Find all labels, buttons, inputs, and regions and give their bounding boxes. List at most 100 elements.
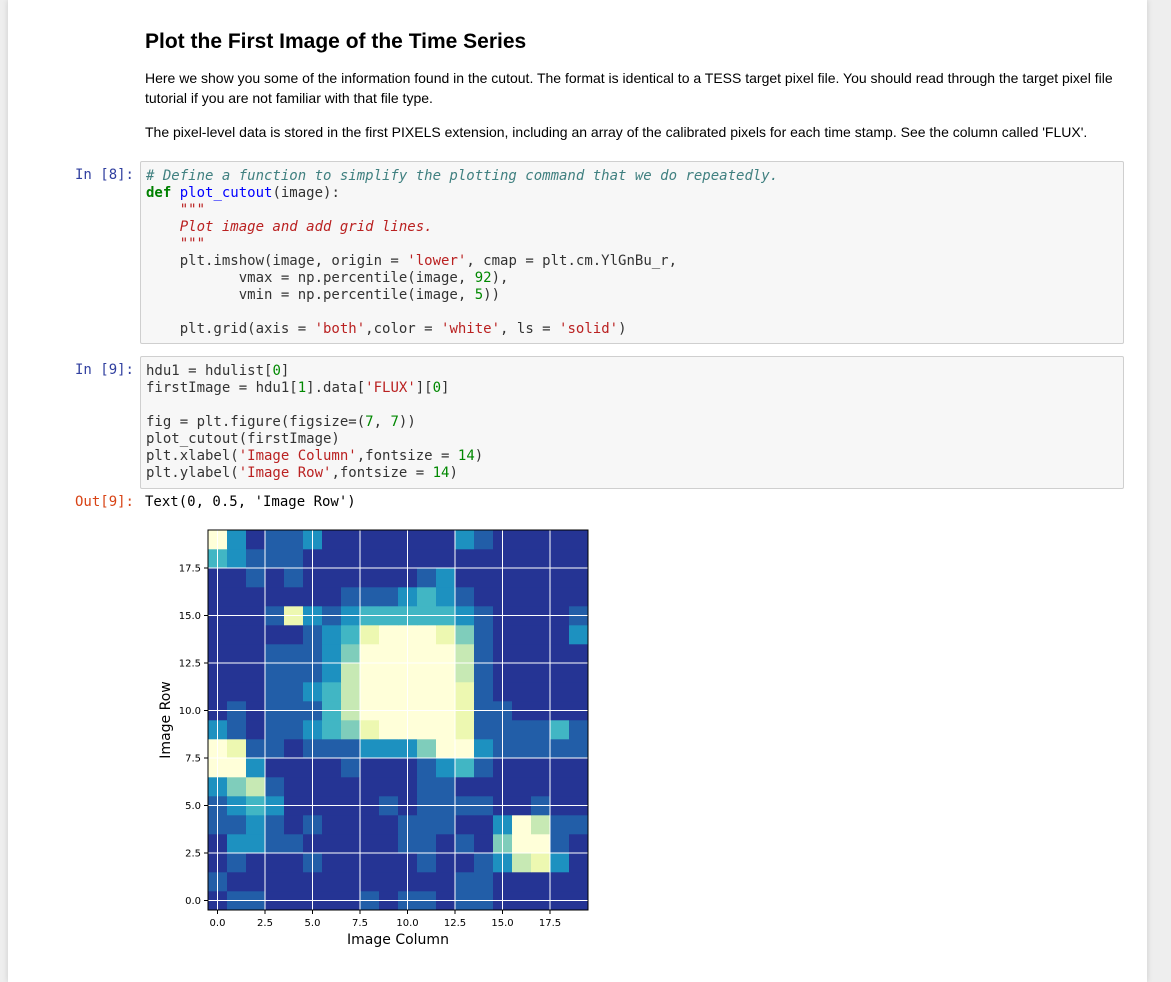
- code-token: ]: [280, 363, 290, 379]
- heatmap-cell: [474, 815, 494, 835]
- heatmap-cell: [379, 663, 399, 683]
- heatmap-cell: [360, 587, 380, 607]
- input-prompt-8: In [8]:: [74, 167, 134, 183]
- heatmap-cell: [360, 834, 380, 854]
- heatmap-cell: [227, 625, 247, 645]
- code-token: ,: [373, 414, 391, 430]
- heatmap-cell: [531, 587, 551, 607]
- code-token: """: [146, 202, 206, 218]
- heatmap-cell: [417, 853, 437, 873]
- heatmap-cell: [474, 682, 494, 702]
- heatmap-cell: [569, 587, 589, 607]
- heatmap-cell: [265, 587, 285, 607]
- heatmap-cell: [227, 663, 247, 683]
- heatmap-cell: [284, 872, 304, 892]
- paragraph-intro: Here we show you some of the information…: [145, 70, 1113, 106]
- heatmap-cell: [265, 834, 285, 854]
- heatmap-cell: [550, 758, 570, 778]
- heatmap-cell: [284, 568, 304, 588]
- x-tick-label: 12.5: [444, 918, 466, 929]
- heatmap-cell: [455, 777, 475, 797]
- heatmap-cell: [531, 739, 551, 759]
- code-token: 14: [457, 448, 475, 464]
- heatmap-cell: [569, 720, 589, 740]
- code-token: ): [618, 321, 627, 337]
- heatmap-cell: [341, 663, 361, 683]
- heatmap-cell: [455, 872, 475, 892]
- heatmap-cell: [379, 625, 399, 645]
- heatmap-cell: [417, 625, 437, 645]
- code-token: plt.grid(axis =: [146, 321, 315, 337]
- heatmap-cell: [531, 815, 551, 835]
- heatmap-cell: [569, 568, 589, 588]
- heatmap-cell: [474, 568, 494, 588]
- heatmap-cell: [455, 739, 475, 759]
- heatmap-cell: [284, 530, 304, 550]
- notebook-page: Plot the First Image of the Time Series …: [8, 0, 1147, 982]
- code-token: , ls =: [500, 321, 560, 337]
- heatmap-cell: [417, 549, 437, 569]
- heatmap-cell: [246, 720, 266, 740]
- x-tick-label: 15.0: [491, 918, 513, 929]
- heatmap-cell: [360, 644, 380, 664]
- heatmap-cell: [474, 530, 494, 550]
- heatmap-cell: [341, 549, 361, 569]
- code-cell-9[interactable]: hdu1 = hdulist[0] firstImage = hdu1[1].da…: [140, 356, 1124, 489]
- code-token: 7: [390, 414, 399, 430]
- code-token: plot_cutout(firstImage): [146, 431, 340, 447]
- code-line: Plot image and add grid lines.: [146, 219, 1118, 236]
- code-editor[interactable]: # Define a function to simplify the plot…: [141, 162, 1123, 343]
- heatmap-cell: [360, 663, 380, 683]
- heatmap-cell: [341, 815, 361, 835]
- heatmap-cell: [379, 815, 399, 835]
- heatmap-cell: [569, 549, 589, 569]
- heatmap-cell: [550, 644, 570, 664]
- heatmap-cell: [436, 777, 456, 797]
- heatmap-cell: [512, 682, 532, 702]
- heatmap-cell: [360, 758, 380, 778]
- heatmap-cell: [550, 530, 570, 550]
- heatmap-cell: [455, 568, 475, 588]
- y-tick-label: 15.0: [179, 611, 201, 622]
- heatmap-cell: [227, 682, 247, 702]
- heatmap-cell: [246, 587, 266, 607]
- code-line: plt.imshow(image, origin = 'lower', cmap…: [146, 253, 1118, 270]
- heatmap-cell: [550, 834, 570, 854]
- heatmap-cell: [455, 834, 475, 854]
- code-token: ]: [441, 380, 450, 396]
- code-editor[interactable]: hdu1 = hdulist[0] firstImage = hdu1[1].da…: [141, 357, 1123, 487]
- heatmap-cell: [512, 758, 532, 778]
- heatmap-cell: [379, 739, 399, 759]
- y-tick-label: 12.5: [179, 659, 201, 670]
- heatmap-cell: [417, 815, 437, 835]
- code-token: 'FLUX': [365, 380, 416, 396]
- heatmap-cell: [455, 625, 475, 645]
- code-token: 0: [432, 380, 442, 396]
- code-cell-8[interactable]: # Define a function to simplify the plot…: [140, 161, 1124, 344]
- heatmap-cell: [436, 758, 456, 778]
- heatmap-cell: [227, 758, 247, 778]
- heatmap-cell: [569, 682, 589, 702]
- heatmap-cell: [550, 777, 570, 797]
- heatmap-cell: [322, 530, 342, 550]
- heatmap-cell: [474, 758, 494, 778]
- y-tick-label: 5.0: [185, 801, 201, 812]
- heatmap-cell: [417, 834, 437, 854]
- code-token: plt.xlabel(: [146, 448, 239, 464]
- heatmap-cell: [322, 872, 342, 892]
- code-token: , cmap = plt.cm.YlGnBu_r,: [466, 253, 678, 269]
- heatmap-cell: [341, 872, 361, 892]
- heatmap-cell: [417, 872, 437, 892]
- heatmap-cell: [360, 815, 380, 835]
- heatmap-cell: [379, 549, 399, 569]
- heatmap-cell: [512, 720, 532, 740]
- heatmap-cell: [322, 625, 342, 645]
- heatmap-cell: [379, 644, 399, 664]
- heatmap-cell: [341, 682, 361, 702]
- heatmap-cell: [265, 644, 285, 664]
- heatmap-cell: [341, 625, 361, 645]
- code-token: Plot image and add grid lines.: [146, 219, 433, 235]
- heatmap-cell: [265, 739, 285, 759]
- heatmap-cell: [341, 834, 361, 854]
- heatmap-cell: [550, 720, 570, 740]
